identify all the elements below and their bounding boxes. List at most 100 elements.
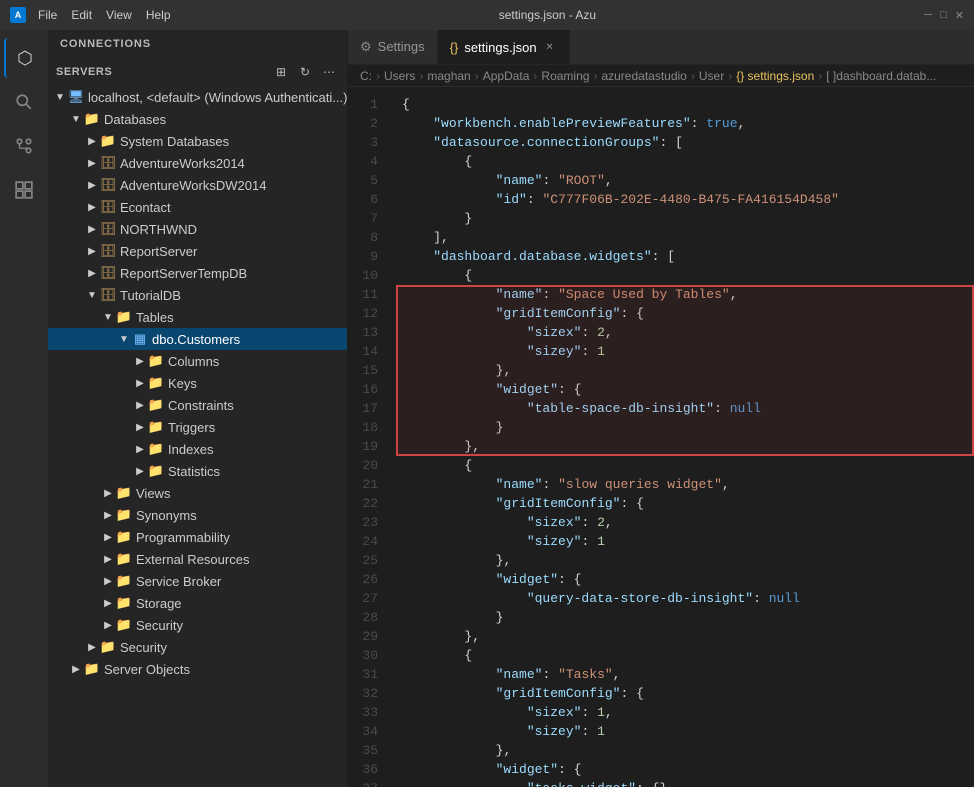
db-tutorialdb-icon: 🗄 xyxy=(100,287,116,303)
tree-item-localhost[interactable]: 🖥 localhost, <default> (Windows Authenti… xyxy=(48,86,347,108)
tables-label: Tables xyxy=(136,310,174,325)
tree-item-northwnd[interactable]: 🗄 NORTHWND xyxy=(48,218,347,240)
menu-help[interactable]: Help xyxy=(146,8,171,22)
code-lines-container: 1 { 2 "workbench.enablePreviewFeatures":… xyxy=(348,95,974,787)
code-line-7: 7 } xyxy=(348,209,974,228)
more-btn[interactable]: ⋯ xyxy=(319,62,339,82)
tree-item-serverobjects[interactable]: 📁 Server Objects xyxy=(48,658,347,680)
code-line-13: 13 "sizex": 2, xyxy=(348,323,974,342)
tree-item-adventureworks[interactable]: 🗄 AdventureWorks2014 xyxy=(48,152,347,174)
new-connection-btn[interactable]: ⊞ xyxy=(271,62,291,82)
tree-item-synonyms[interactable]: 📁 Synonyms xyxy=(48,504,347,526)
extensions-activity-icon[interactable] xyxy=(4,170,44,210)
folder-statistics-icon: 📁 xyxy=(148,463,164,479)
tree-arrow-adventureworks xyxy=(84,155,100,171)
breadcrumb-c[interactable]: C: xyxy=(360,69,372,83)
code-line-28: 28 } xyxy=(348,608,974,627)
folder-indexes-icon: 📁 xyxy=(148,441,164,457)
folder-externalresources-icon: 📁 xyxy=(116,551,132,567)
tree-item-statistics[interactable]: 📁 Statistics xyxy=(48,460,347,482)
close-btn[interactable]: ✕ xyxy=(955,9,964,22)
breadcrumb-user[interactable]: User xyxy=(699,69,724,83)
menu-edit[interactable]: Edit xyxy=(71,8,92,22)
code-line-5: 5 "name": "ROOT", xyxy=(348,171,974,190)
code-line-14: 14 "sizey": 1 xyxy=(348,342,974,361)
tree-item-externalresources[interactable]: 📁 External Resources xyxy=(48,548,347,570)
keys-label: Keys xyxy=(168,376,197,391)
code-line-23: 23 "sizex": 2, xyxy=(348,513,974,532)
tab-settings[interactable]: ⚙ Settings xyxy=(348,30,438,64)
dbocustomers-label: dbo.Customers xyxy=(152,332,240,347)
code-line-24: 24 "sizey": 1 xyxy=(348,532,974,551)
tree-arrow-indexes xyxy=(132,441,148,457)
folder-systemdbs-icon: 📁 xyxy=(100,133,116,149)
tree-arrow-storage xyxy=(100,595,116,611)
code-line-37: 37 "tasks-widget": {} xyxy=(348,779,974,787)
folder-keys-icon: 📁 xyxy=(148,375,164,391)
code-line-32: 32 "gridItemConfig": { xyxy=(348,684,974,703)
tree-arrow-adventureworksdw xyxy=(84,177,100,193)
systemdbs-label: System Databases xyxy=(120,134,229,149)
minimize-btn[interactable]: ─ xyxy=(924,9,932,22)
settings-json-tab-close[interactable]: ✕ xyxy=(543,40,557,54)
tree-item-systemdbs[interactable]: 📁 System Databases xyxy=(48,130,347,152)
window-title: settings.json - Azu xyxy=(499,8,596,22)
code-line-35: 35 }, xyxy=(348,741,974,760)
maximize-btn[interactable]: □ xyxy=(940,9,947,22)
breadcrumb-appdata[interactable]: AppData xyxy=(483,69,530,83)
tree-item-servicebroker[interactable]: 📁 Service Broker xyxy=(48,570,347,592)
menu-view[interactable]: View xyxy=(106,8,132,22)
code-line-30: 30 { xyxy=(348,646,974,665)
code-line-34: 34 "sizey": 1 xyxy=(348,722,974,741)
tree-item-databases[interactable]: 📁 Databases xyxy=(48,108,347,130)
search-activity-icon[interactable] xyxy=(4,82,44,122)
settings-tab-icon: ⚙ xyxy=(360,39,372,55)
breadcrumb-dashboard[interactable]: [ ]dashboard.datab... xyxy=(826,69,936,83)
code-editor[interactable]: 1 { 2 "workbench.enablePreviewFeatures":… xyxy=(348,87,974,787)
breadcrumb-maghan[interactable]: maghan xyxy=(427,69,470,83)
tree-item-reportservertempdb[interactable]: 🗄 ReportServerTempDB xyxy=(48,262,347,284)
tree-item-tables[interactable]: 📁 Tables xyxy=(48,306,347,328)
db-econtact-icon: 🗄 xyxy=(100,199,116,215)
tree-item-security2[interactable]: 📁 Security xyxy=(48,636,347,658)
tree-item-constraints[interactable]: 📁 Constraints xyxy=(48,394,347,416)
code-line-8: 8 ], xyxy=(348,228,974,247)
tree-item-programmability[interactable]: 📁 Programmability xyxy=(48,526,347,548)
tree-item-triggers[interactable]: 📁 Triggers xyxy=(48,416,347,438)
settings-json-tab-label: settings.json xyxy=(464,40,536,55)
tree-arrow-triggers xyxy=(132,419,148,435)
tree-item-views[interactable]: 📁 Views xyxy=(48,482,347,504)
code-line-22: 22 "gridItemConfig": { xyxy=(348,494,974,513)
tree-item-columns[interactable]: 📁 Columns xyxy=(48,350,347,372)
folder-columns-icon: 📁 xyxy=(148,353,164,369)
window-controls: ─ □ ✕ xyxy=(924,9,964,22)
db-adventureworks-icon: 🗄 xyxy=(100,155,116,171)
tree-item-tutorialdb[interactable]: 🗄 TutorialDB xyxy=(48,284,347,306)
tree-item-storage[interactable]: 📁 Storage xyxy=(48,592,347,614)
tree-arrow-externalresources xyxy=(100,551,116,567)
tree-item-reportserver[interactable]: 🗄 ReportServer xyxy=(48,240,347,262)
tree-item-dbocustomers[interactable]: ▦ dbo.Customers xyxy=(48,328,347,350)
localhost-label: localhost, <default> (Windows Authentica… xyxy=(88,90,347,105)
breadcrumb-roaming[interactable]: Roaming xyxy=(541,69,589,83)
breadcrumb-azuredatastudio[interactable]: azuredatastudio xyxy=(601,69,686,83)
breadcrumb-settings-json[interactable]: {} settings.json xyxy=(736,69,814,83)
tree-arrow-systemdbs xyxy=(84,133,100,149)
tree-arrow-constraints xyxy=(132,397,148,413)
tab-settings-json[interactable]: {} settings.json ✕ xyxy=(438,30,570,64)
tree-item-security1[interactable]: 📁 Security xyxy=(48,614,347,636)
source-control-activity-icon[interactable] xyxy=(4,126,44,166)
tree-item-econtact[interactable]: 🗄 Econtact xyxy=(48,196,347,218)
editor-area: ⚙ Settings {} settings.json ✕ C: › Users… xyxy=(348,30,974,787)
tree-arrow-serverobjects xyxy=(68,661,84,677)
refresh-btn[interactable]: ↻ xyxy=(295,62,315,82)
menu-file[interactable]: File xyxy=(38,8,57,22)
tree-item-indexes[interactable]: 📁 Indexes xyxy=(48,438,347,460)
code-line-11: 11 "name": "Space Used by Tables", xyxy=(348,285,974,304)
connections-activity-icon[interactable]: ⬡ xyxy=(4,38,44,78)
tree-arrow-reportservertempdb xyxy=(84,265,100,281)
tree-item-keys[interactable]: 📁 Keys xyxy=(48,372,347,394)
code-line-4: 4 { xyxy=(348,152,974,171)
tree-item-adventureworksdw[interactable]: 🗄 AdventureWorksDW2014 xyxy=(48,174,347,196)
breadcrumb-users[interactable]: Users xyxy=(384,69,415,83)
